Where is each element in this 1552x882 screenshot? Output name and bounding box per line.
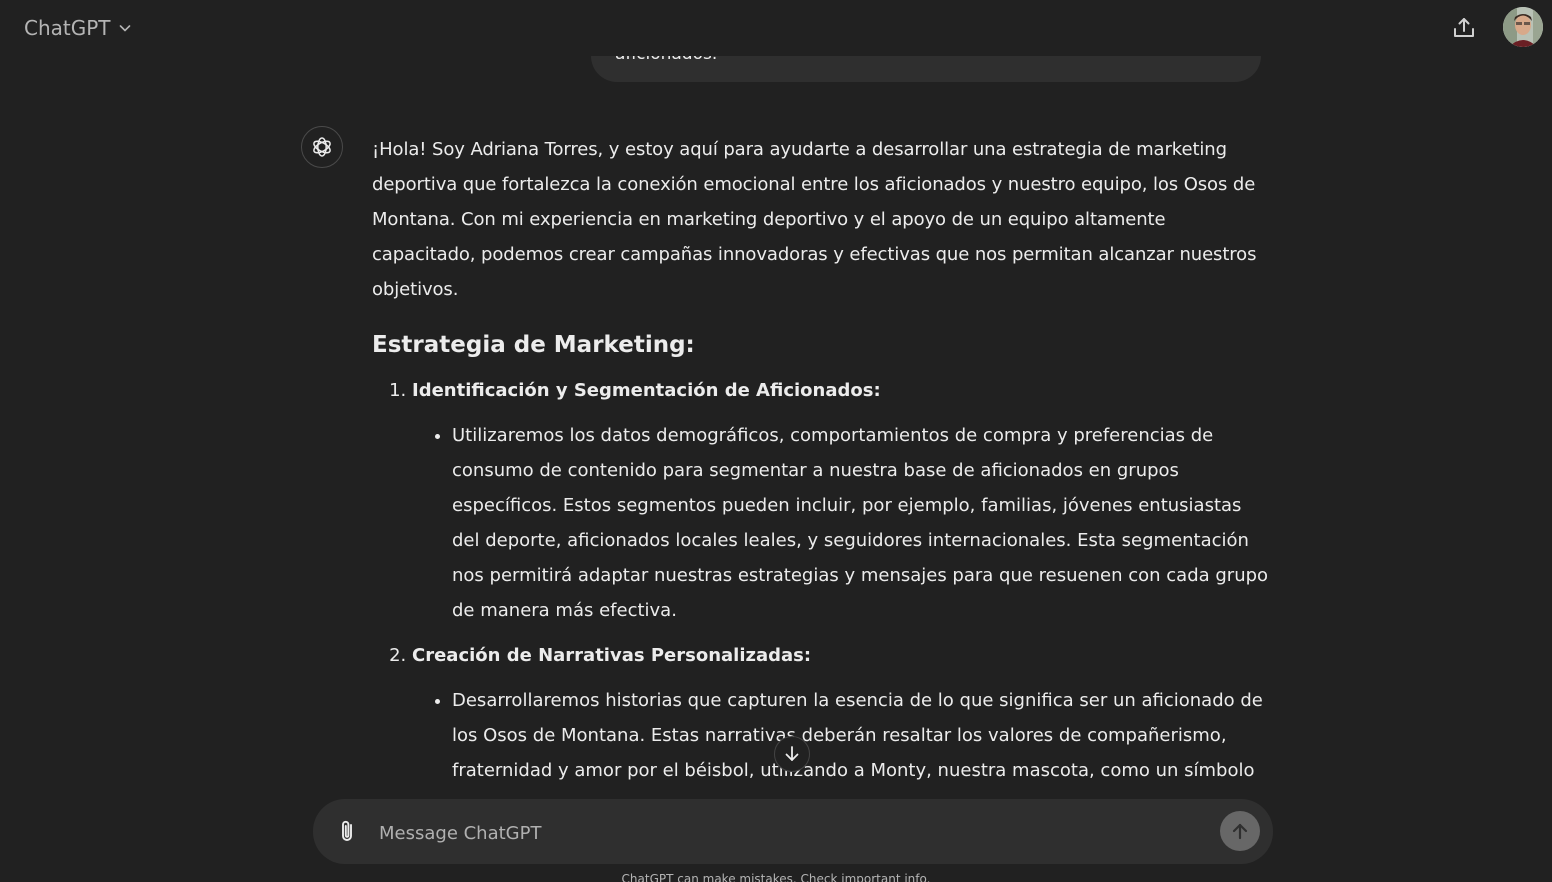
- arrow-up-icon: [1232, 823, 1248, 840]
- attach-button[interactable]: [333, 816, 363, 846]
- openai-logo-icon: [313, 137, 331, 157]
- strategy-steps-list: Identificación y Segmentación de Aficion…: [372, 373, 1272, 823]
- message-input[interactable]: [377, 813, 1201, 853]
- share-button[interactable]: [1444, 8, 1484, 48]
- section-heading: Estrategia de Marketing:: [372, 332, 695, 358]
- footer-disclaimer: ChatGPT can make mistakes. Check importa…: [621, 872, 931, 882]
- upload-icon: [1454, 18, 1474, 37]
- model-name: ChatGPT: [24, 16, 111, 40]
- assistant-avatar: [301, 126, 343, 168]
- user-avatar[interactable]: [1503, 7, 1543, 47]
- top-bar: ChatGPT: [0, 0, 1552, 56]
- strategy-step: Identificación y Segmentación de Aficion…: [412, 373, 1272, 628]
- avatar-photo: [1503, 7, 1543, 47]
- chevron-down-icon: [119, 25, 130, 32]
- assistant-intro-paragraph: ¡Hola! Soy Adriana Torres, y estoy aquí …: [372, 139, 1257, 300]
- step-title: Creación de Narrativas Personalizadas:: [412, 645, 812, 666]
- scroll-to-bottom-button[interactable]: [774, 736, 810, 772]
- message-composer: [313, 799, 1273, 864]
- step-bullet: Utilizaremos los datos demográficos, com…: [452, 418, 1272, 628]
- model-selector[interactable]: ChatGPT: [14, 10, 143, 46]
- arrow-down-icon: [785, 746, 799, 761]
- assistant-message: ¡Hola! Soy Adriana Torres, y estoy aquí …: [372, 132, 1272, 833]
- step-bullets: Utilizaremos los datos demográficos, com…: [412, 418, 1272, 628]
- step-title: Identificación y Segmentación de Aficion…: [412, 380, 881, 401]
- send-button[interactable]: [1220, 811, 1260, 851]
- paperclip-icon: [342, 820, 352, 841]
